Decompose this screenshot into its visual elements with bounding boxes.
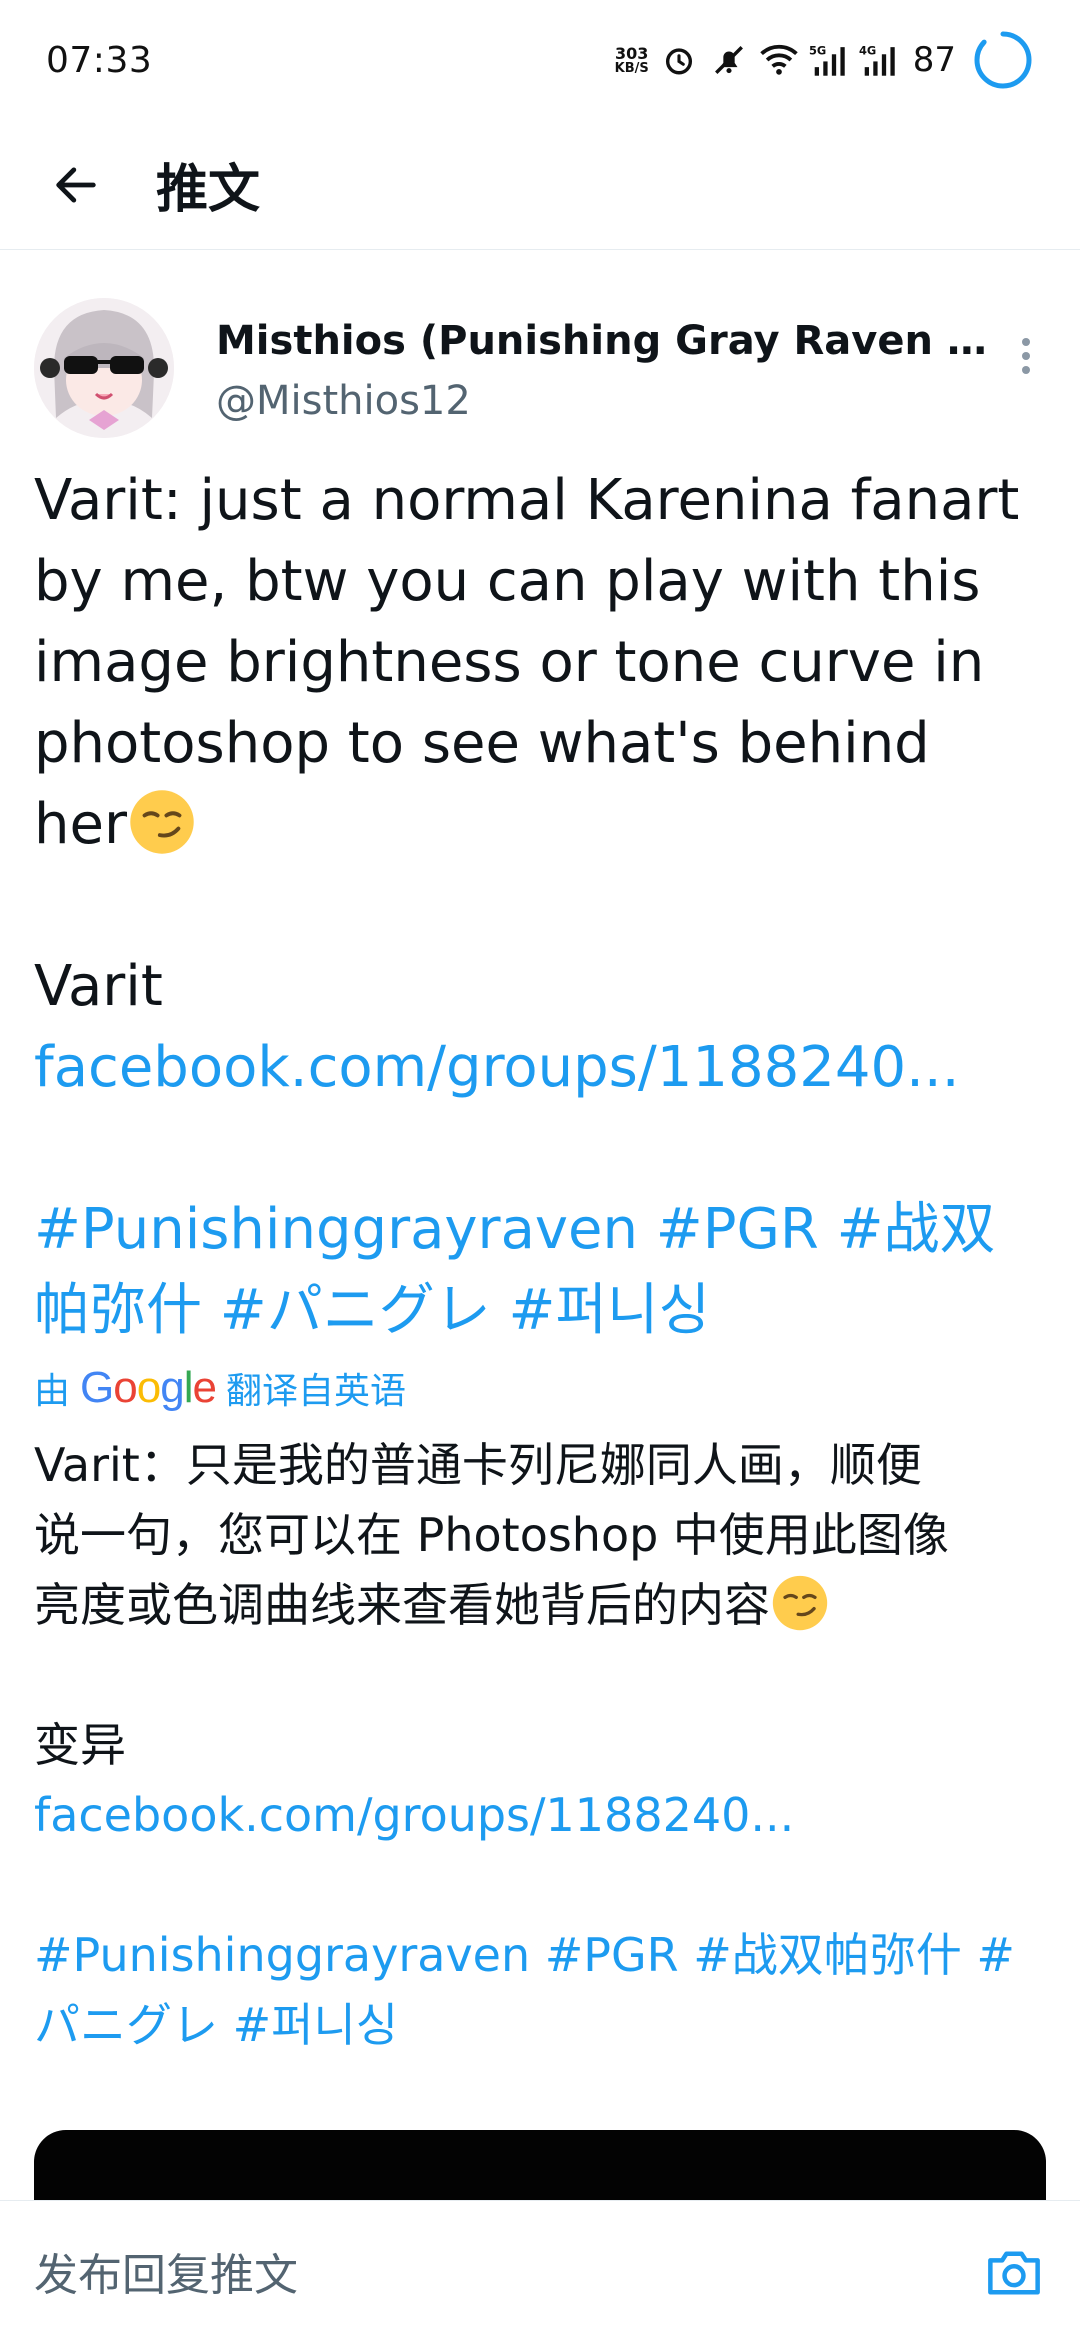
tweet-text-line: photoshop to see what's behind	[34, 711, 930, 776]
status-time: 07:33	[46, 39, 153, 81]
google-logo: Google	[80, 1363, 217, 1412]
translated-suffix: 翻译自英语	[225, 1371, 406, 1412]
network-speed-unit: KB/S	[614, 60, 649, 76]
translated-hashtags[interactable]: #Punishinggrayraven #PGR #战双帕弥什 #	[34, 1920, 1054, 1990]
tweet-text: Varit: just a normal Karenina fanart by …	[34, 460, 1054, 1351]
tweet-hashtags[interactable]: 帕弥什 #パニグレ #퍼니싱	[34, 1270, 1054, 1351]
network-speed: 303 KB/S	[614, 43, 649, 76]
avatar-illustration	[34, 298, 174, 438]
arrow-left-icon	[56, 166, 96, 203]
translated-prefix: 由	[34, 1371, 71, 1412]
translated-text: Varit：只是我的普通卡列尼娜同人画，顺便 说一句，您可以在 Photosho…	[34, 1430, 1054, 2060]
smirking-face-emoji	[772, 1575, 828, 1631]
translated-credit: 变异	[34, 1718, 126, 1772]
signal-4g-label: 4G	[859, 43, 876, 57]
signal-4g-icon: 4G	[859, 40, 899, 80]
translated-text-line: 说一句，您可以在 Photoshop 中使用此图像	[34, 1508, 949, 1562]
camera-icon	[988, 2251, 1040, 2295]
status-bar: 07:33 303 KB/S 5G 4G 87	[0, 0, 1080, 120]
translated-text-line-last: 亮度或色调曲线来查看她背后的内容	[34, 1570, 1054, 1640]
network-speed-value: 303	[614, 43, 649, 63]
avatar[interactable]	[34, 298, 174, 438]
battery-ring-icon	[974, 31, 1032, 89]
tweet-detail: Misthios (Punishing Gray Raven PG... @Mi…	[0, 250, 1080, 2200]
signal-5g-label: 5G	[809, 43, 826, 57]
camera-button[interactable]	[982, 2239, 1046, 2303]
wifi-icon	[759, 40, 799, 80]
page-title: 推文	[156, 160, 261, 220]
battery-level: 87	[912, 40, 956, 80]
reply-input[interactable]: 发布回复推文	[34, 2239, 298, 2303]
status-icons: 303 KB/S 5G 4G 87	[615, 29, 1034, 91]
tweet-hashtags[interactable]: #Punishinggrayraven #PGR #战双	[34, 1189, 1054, 1270]
signal-5g-icon: 5G	[809, 40, 849, 80]
translated-text-line: Varit：只是我的普通卡列尼娜同人画，顺便	[34, 1438, 922, 1492]
screen: 07:33 303 KB/S 5G 4G 87 推文 Misthios (Pun…	[0, 0, 1080, 2340]
reply-composer-bar: 发布回复推文	[0, 2200, 1080, 2340]
tweet-author: Misthios (Punishing Gray Raven PG... @Mi…	[34, 298, 1046, 438]
translated-hashtags[interactable]: パニグレ #퍼니싱	[34, 1990, 1054, 2060]
tweet-media-image[interactable]	[34, 2130, 1046, 2200]
more-options-button[interactable]	[1006, 326, 1046, 386]
bell-off-icon	[709, 40, 749, 80]
translated-by-google[interactable]: 由 Google 翻译自英语	[34, 1362, 406, 1414]
tweet-text-line: image brightness or tone curve in	[34, 630, 985, 695]
tweet-link[interactable]: facebook.com/groups/1188240...	[34, 1027, 1054, 1108]
tweet-text-line: Varit: just a normal Karenina fanart	[34, 468, 1020, 533]
author-handle[interactable]: @Misthios12	[216, 378, 471, 424]
vertical-dots-icon	[1022, 338, 1030, 374]
top-app-bar: 推文	[0, 120, 1080, 250]
alarm-icon	[659, 40, 699, 80]
tweet-text-tail: her	[34, 792, 127, 857]
translated-link[interactable]: facebook.com/groups/1188240...	[34, 1780, 1054, 1850]
translated-text-tail: 亮度或色调曲线来查看她背后的内容	[34, 1578, 770, 1632]
tweet-text-line: by me, btw you can play with this	[34, 549, 981, 614]
tweet-text-line-last: her	[34, 784, 1054, 865]
author-display-name[interactable]: Misthios (Punishing Gray Raven PG...	[216, 318, 996, 364]
smirking-face-emoji	[130, 790, 194, 854]
tweet-credit: Varit	[34, 954, 163, 1019]
back-button[interactable]	[36, 145, 116, 225]
